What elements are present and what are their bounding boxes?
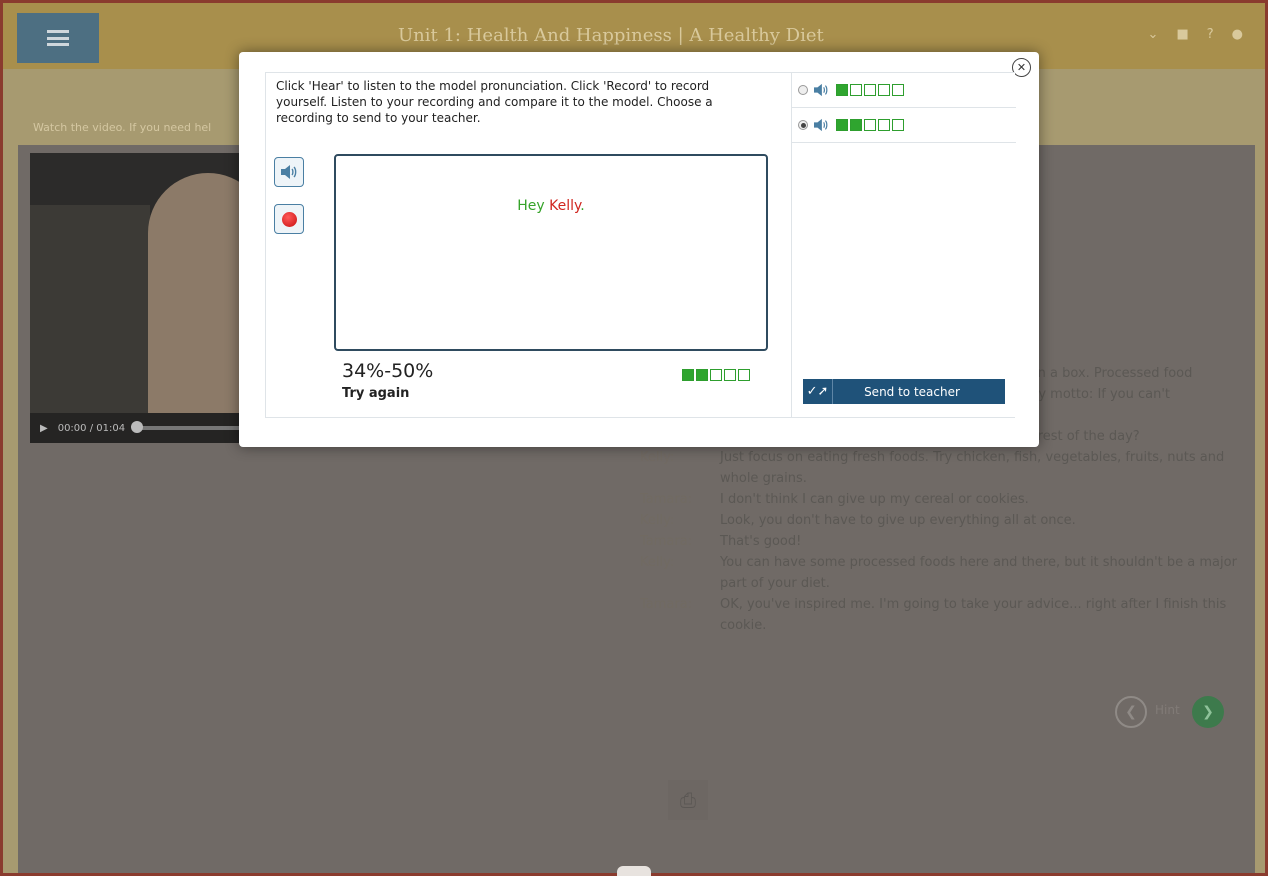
scrubber-handle[interactable] — [131, 421, 144, 433]
meter-square — [710, 369, 722, 381]
send-button-label: Send to teacher — [864, 384, 960, 399]
transcript-line: Kelly: You can have some processed foods … — [640, 552, 1240, 594]
phrase-panel: Hey Kelly. — [334, 154, 768, 351]
play-icon[interactable]: ▶ — [40, 423, 48, 434]
menu-button[interactable] — [17, 13, 99, 63]
recording-row[interactable] — [792, 73, 1016, 108]
record-button[interactable] — [274, 204, 304, 234]
transcript-text: I don't think I can give up my cereal or… — [720, 492, 1029, 507]
hamburger-icon — [47, 30, 69, 46]
meter-square — [892, 84, 904, 96]
phrase-punctuation: . — [580, 198, 585, 214]
close-icon: ✕ — [1016, 61, 1027, 74]
phrase-word: Hey — [517, 198, 545, 214]
meter-square — [682, 369, 694, 381]
video-scrubber[interactable] — [131, 421, 246, 433]
target-phrase: Hey Kelly. — [336, 198, 766, 214]
play-recording-icon[interactable] — [813, 83, 831, 97]
speaker-icon — [281, 165, 297, 179]
transcript-line: Tamara: OK, you've inspired me. I'm going… — [640, 594, 1240, 636]
meter-square — [836, 119, 848, 131]
print-icon: ⎙ — [680, 788, 696, 812]
video-frame-background — [30, 205, 150, 415]
print-button[interactable]: ⎙ — [668, 780, 708, 820]
meter-square — [836, 84, 848, 96]
transcript-speaker: Kelly: — [640, 450, 675, 465]
previous-button[interactable]: ❮ — [1115, 696, 1147, 728]
recordings-panel: ✓➚ Send to teacher — [791, 73, 1016, 417]
meter-square — [738, 369, 750, 381]
transcript-speaker: Tamara: — [640, 597, 693, 612]
recording-meter — [836, 84, 904, 96]
user-icon[interactable]: ● — [1232, 27, 1243, 42]
recording-radio[interactable] — [798, 85, 808, 95]
meter-square — [696, 369, 708, 381]
dialog-instructions: Click 'Hear' to listen to the model pron… — [276, 79, 713, 125]
pronunciation-dialog: ✕ Click 'Hear' to listen to the model pr… — [239, 52, 1039, 447]
meter-square — [850, 84, 862, 96]
help-icon[interactable]: ? — [1207, 27, 1214, 42]
next-button[interactable]: ❯ — [1192, 696, 1224, 728]
transcript-speaker: Tamara: — [640, 492, 693, 507]
nav-label: Hint — [1155, 703, 1180, 717]
transcript-speaker: Tamara: — [640, 534, 693, 549]
recording-meter — [836, 119, 904, 131]
transcript-text: That's good! — [720, 534, 802, 549]
transcript-text: Look, you don't have to give up everythi… — [720, 513, 1076, 528]
score-message: Try again — [342, 386, 410, 401]
recording-row[interactable] — [792, 108, 1016, 143]
meter-square — [850, 119, 862, 131]
transcript-text: OK, you've inspired me. I'm going to tak… — [720, 597, 1227, 633]
play-recording-icon[interactable] — [813, 118, 831, 132]
video-time: 00:00 / 01:04 — [57, 422, 126, 434]
flag-icon[interactable]: ■ — [1176, 27, 1188, 42]
transcript-text: Just focus on eating fresh foods. Try ch… — [720, 450, 1225, 486]
chevron-left-icon: ❮ — [1125, 704, 1137, 720]
send-icon: ✓➚ — [803, 379, 833, 404]
meter-square — [724, 369, 736, 381]
dialog-body: Click 'Hear' to listen to the model pron… — [265, 72, 1016, 418]
chevron-down-icon[interactable]: ⌄ — [1148, 27, 1159, 42]
score-range: 34%-50% — [342, 360, 434, 382]
recording-radio[interactable] — [798, 120, 808, 130]
meter-square — [878, 119, 890, 131]
top-icons: ⌄ ■ ? ● — [1148, 27, 1243, 42]
send-to-teacher-button[interactable]: ✓➚ Send to teacher — [803, 379, 1005, 404]
page-title: Unit 1: Health And Happiness | A Healthy… — [398, 25, 824, 46]
meter-square — [878, 84, 890, 96]
transcript-speaker: Kelly: — [640, 513, 675, 528]
meter-square — [864, 84, 876, 96]
transcript-speaker: Kelly: — [640, 555, 675, 570]
record-icon — [281, 211, 297, 227]
transcript-line: Kelly: Look, you don't have to give up ev… — [640, 510, 1240, 531]
meter-square — [892, 119, 904, 131]
transcript-line: Kelly: Just focus on eating fresh foods. … — [640, 447, 1240, 489]
transcript-line: Tamara: I don't think I can give up my ce… — [640, 489, 1240, 510]
score-meter — [682, 369, 750, 381]
transcript-line: Tamara: That's good! — [640, 531, 1240, 552]
phrase-word: Kelly — [549, 198, 581, 214]
transcript-text: You can have some processed foods here a… — [720, 555, 1237, 591]
hear-button[interactable] — [274, 157, 304, 187]
chevron-right-icon: ❯ — [1202, 704, 1214, 720]
activity-instruction: Watch the video. If you need hel — [33, 121, 212, 134]
bottom-drawer-handle[interactable] — [617, 866, 651, 876]
meter-square — [864, 119, 876, 131]
